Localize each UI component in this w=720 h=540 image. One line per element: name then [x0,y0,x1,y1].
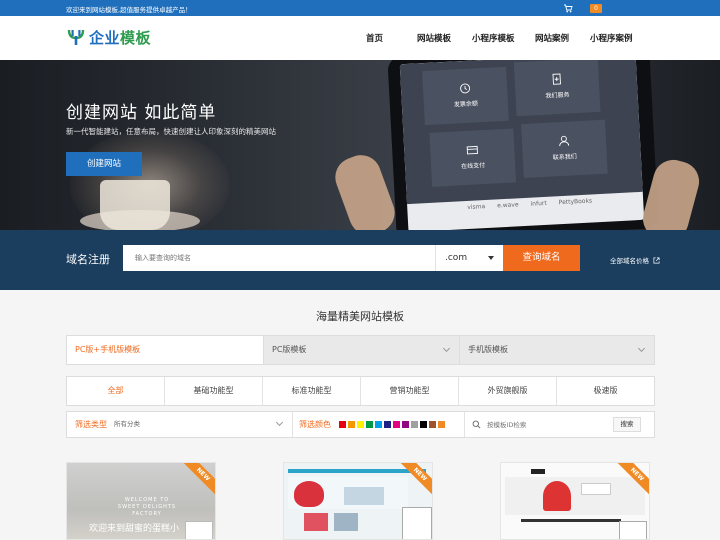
tablet-tile: 在线支付 [429,128,517,187]
query-domain-button[interactable]: 查询域名 [503,245,580,271]
color-swatch[interactable] [438,421,445,428]
color-swatch[interactable] [411,421,418,428]
domain-search-input[interactable] [123,245,435,271]
color-swatch[interactable] [384,421,391,428]
select-mobile-templates[interactable]: 手机版模板 [459,336,654,364]
template-preview-image [501,463,649,539]
chevron-down-icon[interactable] [275,418,284,427]
select-pc-templates[interactable]: PC版模板 [263,336,459,364]
site-logo[interactable]: 企业模板 [66,26,151,48]
caret-down-icon [488,256,494,260]
top-bar: 欢迎来到网站模板,超值服务提供卓越产品！ 0 [0,0,720,16]
color-swatch[interactable] [339,421,346,428]
all-domain-prices-link[interactable]: 全部域名价格 [610,255,660,265]
header: 企业模板 首页 网站模板 小程序模板 网站案例 小程序案例 [0,16,720,60]
tablet-image: 发票余额 我们服务 在线支付 联系我们 visma e.wave infurt Pet… [387,60,659,230]
tld-selected-value: .com [445,253,468,263]
filter-color-label: 筛选颜色 [299,420,331,429]
tablet-tile: 我们服务 [513,60,601,117]
color-swatch[interactable] [393,421,400,428]
color-swatch[interactable] [357,421,364,428]
color-swatch[interactable] [402,421,409,428]
nav-website-templates[interactable]: 网站模板 [417,32,451,44]
nav-website-cases[interactable]: 网站案例 [535,32,569,44]
chevron-down-icon [637,344,646,353]
templates-section-title: 海量精美网站模板 [316,310,404,323]
template-card[interactable]: NEW [283,462,433,540]
domain-label: 域名注册 [66,253,110,266]
template-id-search-input[interactable] [487,417,607,432]
tab-express[interactable]: 极速版 [557,377,654,405]
hero-banner: 创建网站 如此简单 新一代智能建站，任意布局，快速创建让人印象深刻的精美网站 创… [0,60,720,230]
color-swatch[interactable] [348,421,355,428]
template-id-search-button[interactable]: 搜索 [613,417,641,432]
tab-standard[interactable]: 标准功能型 [263,377,361,405]
filter-bar: 筛选类型 所有分类 筛选颜色 搜索 [66,411,655,438]
template-card[interactable]: NEW [500,462,650,540]
filter-type-label: 筛选类型 [75,420,107,429]
hand-left-image [329,149,401,230]
color-swatch[interactable] [420,421,427,428]
search-icon [472,420,481,429]
template-preview-image [284,463,432,539]
category-tabs: 全部 基础功能型 标准功能型 营销功能型 外贸旗舰版 极速版 [66,376,655,406]
user-icon [559,135,570,147]
external-link-icon [653,257,660,264]
hero-title: 创建网站 如此简单 [66,103,217,123]
nav-home[interactable]: 首页 [366,32,383,44]
tab-marketing[interactable]: 营销功能型 [361,377,459,405]
domain-search-bar: 域名注册 .com 查询域名 全部域名价格 [0,230,720,290]
logo-text-part1: 企业 [89,28,121,47]
card-icon [466,145,478,155]
tab-foreign-trade[interactable]: 外贸旗舰版 [459,377,557,405]
card-preview-caption: 欢迎来到甜蜜的蛋糕小 [89,524,180,534]
nav-miniprogram-templates[interactable]: 小程序模板 [472,32,515,44]
card-preview-small-text: WELCOME TO SWEET DELIGHTS FACTORY [117,497,177,517]
color-swatch[interactable] [375,421,382,428]
select-pc-mobile-templates[interactable]: PC版+手机版模板 [67,336,263,364]
chevron-down-icon [442,344,451,353]
template-preview-image: WELCOME TO SWEET DELIGHTS FACTORY 欢迎来到甜蜜… [67,463,215,539]
cart-icon[interactable] [563,3,583,13]
nav-miniprogram-cases[interactable]: 小程序案例 [590,32,633,44]
welcome-text: 欢迎来到网站模板,超值服务提供卓越产品！ [66,6,192,14]
template-type-selects: PC版+手机版模板 PC版模板 手机版模板 [66,335,655,365]
document-icon [552,73,561,85]
tld-select[interactable]: .com [435,245,503,271]
hero-cup-image [100,180,170,230]
tab-all[interactable]: 全部 [67,377,165,405]
color-swatch[interactable] [429,421,436,428]
tab-basic[interactable]: 基础功能型 [165,377,263,405]
template-card[interactable]: WELCOME TO SWEET DELIGHTS FACTORY 欢迎来到甜蜜… [66,462,216,540]
color-swatch[interactable] [366,421,373,428]
logo-mark-icon [67,29,85,45]
hero-subtitle: 新一代智能建站，任意布局，快速创建让人印象深刻的精美网站 [66,127,276,136]
filter-type-select[interactable]: 所有分类 [114,412,140,437]
cart-count-badge[interactable]: 0 [590,4,602,13]
tablet-tile: 联系我们 [521,119,608,179]
logo-text-part2: 模板 [120,28,152,47]
alarm-clock-icon [460,83,471,94]
tablet-tile: 发票余额 [422,66,509,126]
create-website-button[interactable]: 创建网站 [66,152,142,176]
